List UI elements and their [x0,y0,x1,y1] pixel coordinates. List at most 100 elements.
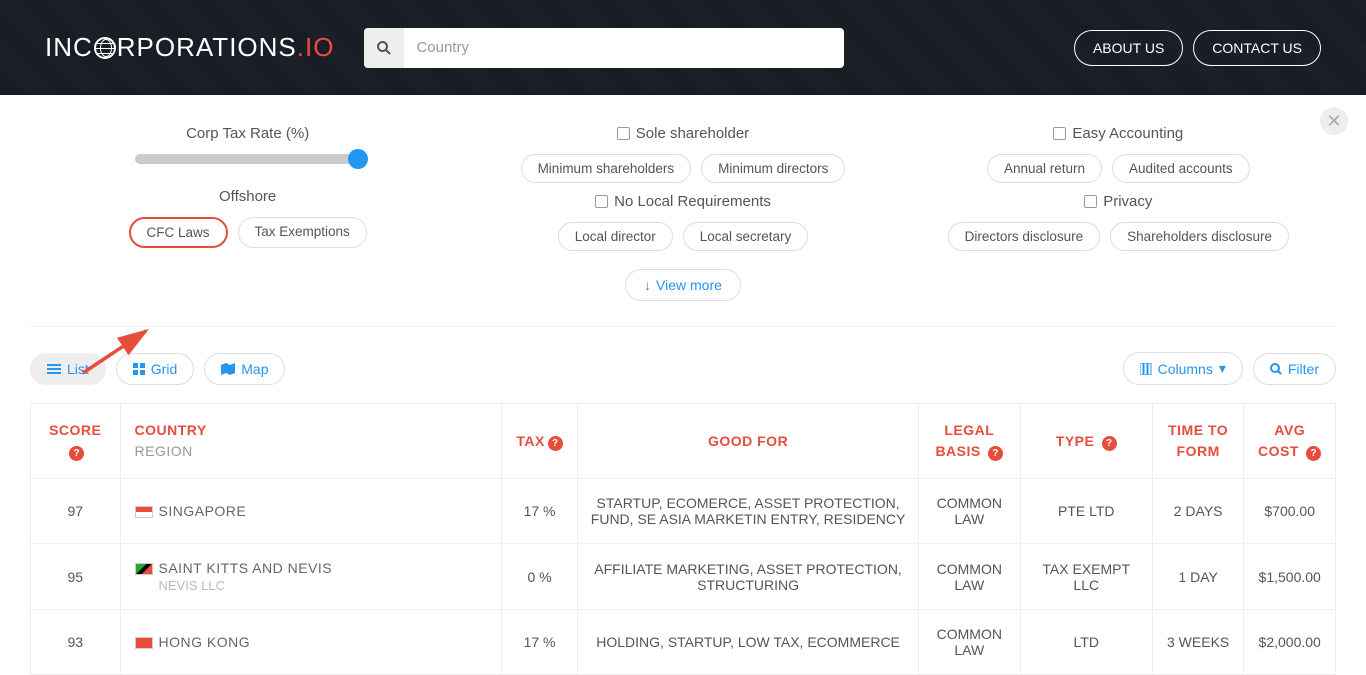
pill-annual-return[interactable]: Annual return [987,154,1102,183]
checkbox-icon[interactable] [595,195,608,208]
local-pills: Local director Local secretary [473,222,893,251]
help-icon[interactable]: ? [1306,446,1321,461]
filter-sole-shareholder[interactable]: Sole shareholder [473,125,893,142]
filter-no-local-label: No Local Requirements [614,193,771,210]
logo-mid: RPORATIONS [117,32,297,63]
flag-icon [135,637,153,649]
contact-button[interactable]: CONTACT US [1193,30,1321,66]
cell-tax: 17 % [501,479,577,544]
cell-cost: $2,000.00 [1244,610,1336,675]
cell-time: 3 WEEKS [1152,610,1244,675]
header: INCRPORATIONS.IO ABOUT US CONTACT US [0,0,1366,95]
logo-pre: INC [45,32,93,63]
filter-button[interactable]: Filter [1253,353,1336,385]
cell-tax: 0 % [501,544,577,610]
cell-legal: COMMON LAW [918,479,1020,544]
cell-good-for: AFFILIATE MARKETING, ASSET PROTECTION, S… [578,544,919,610]
grid-icon [133,363,145,375]
th-legal[interactable]: LEGAL BASIS ? [918,404,1020,479]
checkbox-icon[interactable] [1053,127,1066,140]
filter-col-1: Corp Tax Rate (%) Offshore CFC Laws Tax … [38,115,458,301]
offshore-pills: CFC Laws Tax Exemptions [38,217,458,248]
pill-directors-disclosure[interactable]: Directors disclosure [948,222,1101,251]
filter-col-2: Sole shareholder Minimum shareholders Mi… [473,115,893,301]
accounting-pills: Annual return Audited accounts [908,154,1328,183]
pill-min-directors[interactable]: Minimum directors [701,154,845,183]
th-type[interactable]: TYPE ? [1020,404,1152,479]
cell-score: 97 [31,479,121,544]
tax-rate-slider[interactable] [135,154,360,164]
tab-map-label: Map [241,361,268,377]
flag-icon [135,563,153,575]
th-good-for[interactable]: GOOD FOR [578,404,919,479]
th-cost[interactable]: AVG COST ? [1244,404,1336,479]
search-box[interactable] [364,28,844,68]
help-icon[interactable]: ? [69,446,84,461]
tab-map[interactable]: Map [204,353,285,385]
tab-list-label: List [67,361,89,377]
cell-country: SINGAPORE [120,479,501,544]
arrow-down-icon: ↓ [644,277,651,293]
pill-tax-exemptions[interactable]: Tax Exemptions [238,217,367,248]
view-more-label: View more [656,277,722,293]
filter-privacy[interactable]: Privacy [908,193,1328,210]
map-icon [221,363,235,375]
filter-privacy-label: Privacy [1103,193,1152,210]
th-country[interactable]: COUNTRYREGION [120,404,501,479]
checkbox-icon[interactable] [1084,195,1097,208]
cell-good-for: HOLDING, STARTUP, LOW TAX, ECOMMERCE [578,610,919,675]
th-tax[interactable]: TAX? [501,404,577,479]
tab-grid[interactable]: Grid [116,353,194,385]
help-icon[interactable]: ? [548,436,563,451]
cell-type: PTE LTD [1020,479,1152,544]
view-more-button[interactable]: ↓ View more [625,269,741,301]
cell-cost: $700.00 [1244,479,1336,544]
filter-offshore-label: Offshore [38,188,458,205]
columns-icon [1140,363,1152,375]
table-row[interactable]: 95SAINT KITTS AND NEVISNEVIS LLC0 %AFFIL… [31,544,1336,610]
privacy-pills: Directors disclosure Shareholders disclo… [908,222,1328,251]
columns-label: Columns [1158,361,1213,377]
filter-no-local[interactable]: No Local Requirements [473,193,893,210]
cell-good-for: STARTUP, ECOMERCE, ASSET PROTECTION, FUN… [578,479,919,544]
pill-min-shareholders[interactable]: Minimum shareholders [521,154,692,183]
cell-country: SAINT KITTS AND NEVISNEVIS LLC [120,544,501,610]
shareholder-pills: Minimum shareholders Minimum directors [473,154,893,183]
tab-list[interactable]: List [30,353,106,385]
search-input[interactable] [404,39,844,56]
cell-tax: 17 % [501,610,577,675]
cell-cost: $1,500.00 [1244,544,1336,610]
cell-legal: COMMON LAW [918,610,1020,675]
table-header-row: SCORE? COUNTRYREGION TAX? GOOD FOR LEGAL… [31,404,1336,479]
filter-easy-accounting[interactable]: Easy Accounting [908,125,1328,142]
table-row[interactable]: 93HONG KONG17 %HOLDING, STARTUP, LOW TAX… [31,610,1336,675]
pill-audited-accounts[interactable]: Audited accounts [1112,154,1250,183]
tab-grid-label: Grid [151,361,177,377]
search-icon[interactable] [364,28,404,68]
list-icon [47,363,61,375]
cell-legal: COMMON LAW [918,544,1020,610]
cell-country: HONG KONG [120,610,501,675]
filter-sole-shareholder-label: Sole shareholder [636,125,749,142]
th-score[interactable]: SCORE? [31,404,121,479]
pill-local-secretary[interactable]: Local secretary [683,222,809,251]
about-button[interactable]: ABOUT US [1074,30,1183,66]
slider-thumb[interactable] [348,149,368,169]
close-icon[interactable]: ✕ [1320,107,1348,135]
help-icon[interactable]: ? [1102,436,1117,451]
nav-buttons: ABOUT US CONTACT US [1074,30,1321,66]
filter-label: Filter [1288,361,1319,377]
cell-score: 93 [31,610,121,675]
cell-score: 95 [31,544,121,610]
cell-type: LTD [1020,610,1152,675]
table-row[interactable]: 97SINGAPORE17 %STARTUP, ECOMERCE, ASSET … [31,479,1336,544]
search-icon [1270,363,1282,375]
logo[interactable]: INCRPORATIONS.IO [45,32,334,63]
help-icon[interactable]: ? [988,446,1003,461]
pill-shareholders-disclosure[interactable]: Shareholders disclosure [1110,222,1289,251]
th-time[interactable]: TIME TO FORM [1152,404,1244,479]
pill-local-director[interactable]: Local director [558,222,673,251]
pill-cfc-laws[interactable]: CFC Laws [129,217,228,248]
checkbox-icon[interactable] [617,127,630,140]
columns-button[interactable]: Columns ▾ [1123,352,1243,385]
